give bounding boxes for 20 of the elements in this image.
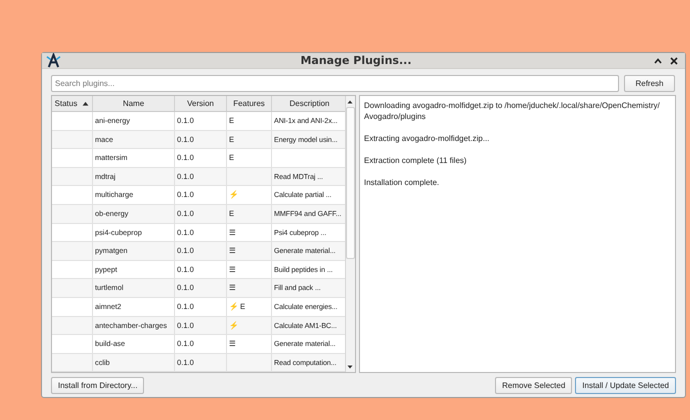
log-message: Extracting avogadro-molfidget.zip... (364, 133, 490, 144)
refresh-button[interactable]: Refresh (624, 75, 675, 92)
install-button[interactable]: Install / Update Selected (575, 377, 676, 394)
remove-button[interactable]: Remove Selected (495, 377, 572, 394)
column-header[interactable]: Version (175, 96, 227, 111)
log-message: Downloading avogadro-molfidget.zip to /home/jduchek/.local/share/OpenChemistry/ Avogadro/plugins (364, 100, 661, 122)
log-message: Extraction complete (11 files) (364, 155, 468, 166)
window-title: Manage Plugins... (299, 54, 412, 67)
column-header[interactable]: Features (227, 96, 272, 111)
install-from-directory-button[interactable]: Install from Directory... (51, 377, 144, 394)
log-message: Installation complete. (364, 177, 440, 188)
app-logo-icon (46, 53, 61, 68)
collapse-icon[interactable] (653, 56, 663, 66)
column-header[interactable]: Name (93, 96, 175, 111)
scrollbar[interactable] (345, 96, 355, 372)
sort-ascending-icon[interactable] (82, 101, 90, 106)
close-icon[interactable] (669, 56, 679, 66)
search-field[interactable]: Search plugins... (51, 75, 619, 92)
scrollbar-thumb[interactable] (346, 107, 355, 259)
column-header-label[interactable]: Status (54, 96, 78, 111)
